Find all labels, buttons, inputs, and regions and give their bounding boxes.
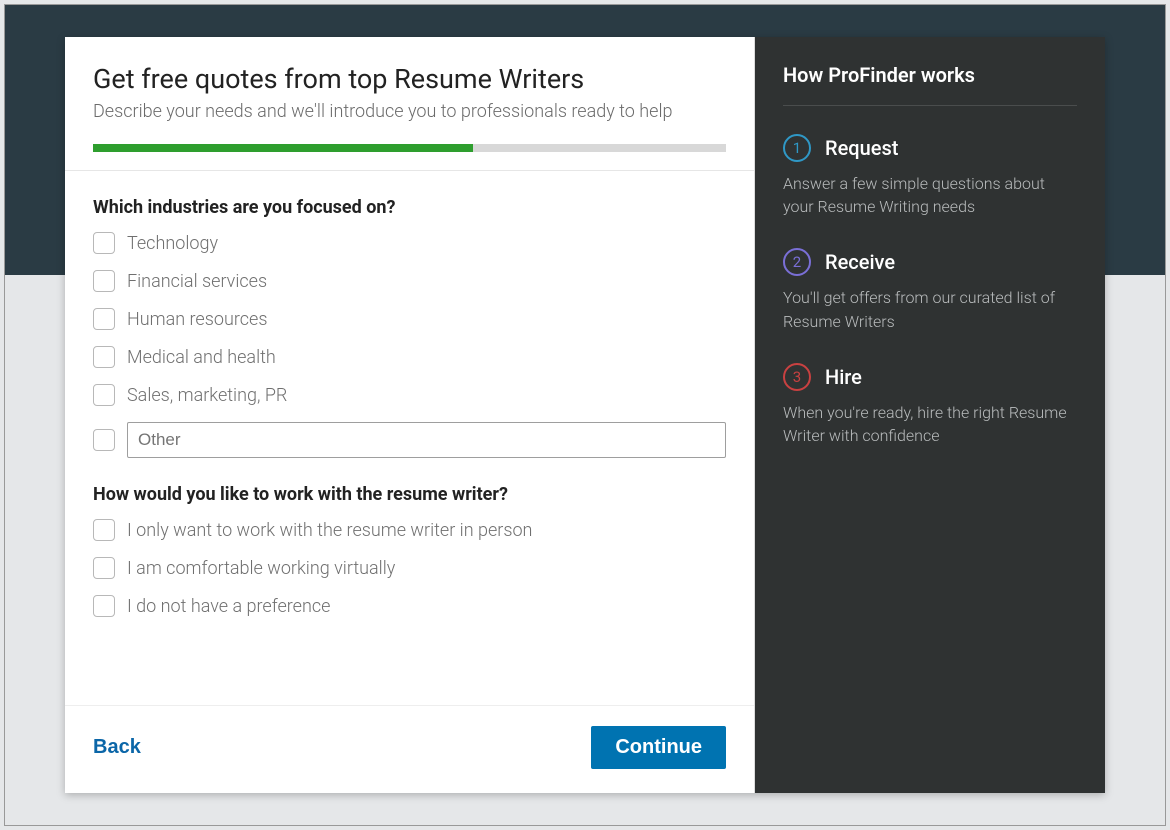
checkbox-other[interactable]	[93, 429, 115, 451]
modal-left: Get free quotes from top Resume Writers …	[65, 37, 755, 793]
progress-bar	[93, 144, 726, 152]
modal-title: Get free quotes from top Resume Writers	[93, 63, 726, 95]
question-title: How would you like to work with the resu…	[93, 484, 726, 505]
step-description: When you're ready, hire the right Resume…	[783, 401, 1077, 447]
checkbox-medical-health[interactable]	[93, 346, 115, 368]
step-header: 1 Request	[783, 134, 1077, 162]
option-label: Technology	[127, 233, 218, 254]
option-label: I am comfortable working virtually	[127, 558, 395, 579]
step-request: 1 Request Answer a few simple questions …	[783, 134, 1077, 218]
checkbox-sales-marketing-pr[interactable]	[93, 384, 115, 406]
profinder-modal: Get free quotes from top Resume Writers …	[65, 37, 1105, 793]
step-description: Answer a few simple questions about your…	[783, 172, 1077, 218]
modal-body: Which industries are you focused on? Tec…	[65, 171, 754, 705]
checkbox-virtually[interactable]	[93, 557, 115, 579]
checkbox-financial-services[interactable]	[93, 270, 115, 292]
option-row: Human resources	[93, 308, 726, 330]
step-number-icon: 2	[783, 248, 811, 276]
question-title: Which industries are you focused on?	[93, 197, 726, 218]
option-label: Financial services	[127, 271, 267, 292]
step-hire: 3 Hire When you're ready, hire the right…	[783, 363, 1077, 447]
step-header: 2 Receive	[783, 248, 1077, 276]
modal-footer: Back Continue	[65, 705, 754, 793]
question-industries: Which industries are you focused on? Tec…	[93, 197, 726, 458]
checkbox-human-resources[interactable]	[93, 308, 115, 330]
option-row: Medical and health	[93, 346, 726, 368]
step-number-icon: 1	[783, 134, 811, 162]
progress-fill	[93, 144, 473, 152]
step-receive: 2 Receive You'll get offers from our cur…	[783, 248, 1077, 332]
step-description: You'll get offers from our curated list …	[783, 286, 1077, 332]
checkbox-in-person[interactable]	[93, 519, 115, 541]
option-row: I do not have a preference	[93, 595, 726, 617]
option-label: Human resources	[127, 309, 267, 330]
sidebar-how-it-works: How ProFinder works 1 Request Answer a f…	[755, 37, 1105, 793]
option-row: Sales, marketing, PR	[93, 384, 726, 406]
step-title: Receive	[825, 250, 895, 274]
continue-button[interactable]: Continue	[591, 726, 726, 769]
other-input[interactable]	[127, 422, 726, 458]
option-row: Technology	[93, 232, 726, 254]
option-label: Sales, marketing, PR	[127, 385, 287, 406]
page-frame: Get free quotes from top Resume Writers …	[4, 4, 1166, 826]
option-label: Medical and health	[127, 347, 276, 368]
back-button[interactable]: Back	[93, 736, 141, 759]
question-work-mode: How would you like to work with the resu…	[93, 484, 726, 617]
step-header: 3 Hire	[783, 363, 1077, 391]
option-row: I only want to work with the resume writ…	[93, 519, 726, 541]
option-label: I only want to work with the resume writ…	[127, 520, 532, 541]
sidebar-title: How ProFinder works	[783, 63, 1077, 106]
modal-header: Get free quotes from top Resume Writers …	[65, 37, 754, 171]
step-number-icon: 3	[783, 363, 811, 391]
option-row: Financial services	[93, 270, 726, 292]
option-label: I do not have a preference	[127, 596, 330, 617]
checkbox-no-preference[interactable]	[93, 595, 115, 617]
option-row: I am comfortable working virtually	[93, 557, 726, 579]
modal-subtitle: Describe your needs and we'll introduce …	[93, 101, 726, 122]
option-row-other	[93, 422, 726, 458]
step-title: Request	[825, 136, 898, 160]
checkbox-technology[interactable]	[93, 232, 115, 254]
step-title: Hire	[825, 365, 862, 389]
